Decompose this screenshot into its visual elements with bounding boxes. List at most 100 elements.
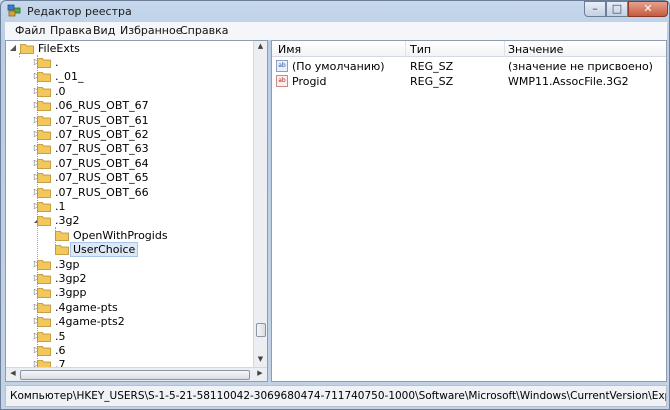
- folder-icon: [37, 130, 51, 140]
- string-value-icon: ab: [276, 60, 288, 72]
- menu-file[interactable]: Файл: [15, 24, 45, 37]
- tree-item[interactable]: ▷ .0: [6, 85, 256, 99]
- tree-item[interactable]: ▷ .1: [6, 200, 256, 214]
- minimize-button[interactable]: –: [584, 1, 606, 17]
- folder-icon: [37, 58, 51, 68]
- tree-item-label: .5: [55, 330, 66, 343]
- tree-item-subkey[interactable]: UserChoice: [6, 242, 256, 257]
- tree-item-label: .1: [55, 200, 66, 213]
- folder-icon: [37, 346, 51, 356]
- tree-item[interactable]: ▷ .3gp: [6, 258, 256, 272]
- tree-item[interactable]: ▷ .07_RUS_OBT_65: [6, 171, 256, 185]
- tree-item[interactable]: ▷ .4game-pts: [6, 301, 256, 315]
- values-list[interactable]: Имя Тип Значение ab (По умолчанию) REG_S…: [271, 40, 667, 382]
- tree-item-label: .6: [55, 344, 66, 357]
- value-name: (По умолчанию): [292, 60, 385, 73]
- tree-item[interactable]: ◢ .3g2: [6, 214, 256, 228]
- tree-item-label: .07_RUS_OBT_61: [55, 114, 149, 127]
- tree-item[interactable]: ▷ .6: [6, 344, 256, 358]
- column-header-name[interactable]: Имя: [278, 43, 301, 56]
- tree-item-label: .4game-pts2: [55, 315, 125, 328]
- tree-item-label: ._01_: [55, 70, 84, 83]
- window-title: Редактор реестра: [27, 5, 132, 18]
- status-path: Компьютер\HKEY_USERS\S-1-5-21-58110042-3…: [10, 390, 667, 402]
- folder-icon: [37, 116, 51, 126]
- tree-item-subkey[interactable]: OpenWithProgids: [6, 229, 256, 243]
- title-bar[interactable]: Редактор реестра – □ ✕: [1, 1, 669, 21]
- list-item[interactable]: ab (По умолчанию) REG_SZ (значение не пр…: [272, 59, 666, 75]
- folder-icon: [37, 202, 51, 212]
- scroll-down-arrow-icon[interactable]: ▼: [254, 355, 267, 367]
- regedit-window: Редактор реестра – □ ✕ Файл Правка Вид И…: [0, 0, 670, 410]
- tree-item[interactable]: ▷ .07_RUS_OBT_64: [6, 157, 256, 171]
- folder-icon: [37, 216, 51, 226]
- scroll-thumb[interactable]: [256, 323, 266, 337]
- folder-icon: [37, 332, 51, 342]
- value-type: REG_SZ: [410, 75, 454, 88]
- tree-item[interactable]: ▷ .07_RUS_OBT_63: [6, 142, 256, 156]
- tree-horizontal-scrollbar[interactable]: ◀ ▶: [6, 367, 267, 381]
- folder-icon: [55, 231, 69, 241]
- registry-tree[interactable]: ◢ FileExts ▷. ▷ ._01_ ▷ .0 ▷ .06_RUS_OBT_67 ▷ .0…: [5, 40, 268, 382]
- folder-icon: [37, 72, 51, 82]
- value-name: Progid: [292, 75, 327, 88]
- tree-item[interactable]: ▷ ._01_: [6, 70, 256, 84]
- scroll-right-arrow-icon[interactable]: ▶: [254, 369, 266, 377]
- menu-favorites[interactable]: Избранное: [120, 24, 182, 37]
- folder-icon: [37, 188, 51, 198]
- status-bar: Компьютер\HKEY_USERS\S-1-5-21-58110042-3…: [5, 385, 667, 407]
- collapse-arrow-icon[interactable]: ◢: [8, 43, 18, 53]
- tree-item-root[interactable]: ◢ FileExts: [6, 42, 256, 56]
- tree-item-label: .07_RUS_OBT_62: [55, 128, 149, 141]
- tree-vertical-scrollbar[interactable]: ▲ ▼: [253, 41, 267, 368]
- tree-item-label: .3gp: [55, 258, 80, 271]
- list-header: Имя Тип Значение: [272, 41, 666, 57]
- folder-icon: [37, 144, 51, 154]
- tree-item[interactable]: ▷ .07_RUS_OBT_66: [6, 186, 256, 200]
- tree-item-label: OpenWithProgids: [73, 229, 168, 242]
- folder-icon: [37, 260, 51, 270]
- tree-item[interactable]: ▷ .06_RUS_OBT_67: [6, 99, 256, 113]
- tree-item[interactable]: ▷ .07_RUS_OBT_61: [6, 114, 256, 128]
- column-divider[interactable]: [504, 41, 505, 57]
- tree-item-label: FileExts: [38, 42, 80, 55]
- scroll-thumb[interactable]: [20, 370, 250, 380]
- tree-item[interactable]: ▷ .07_RUS_OBT_62: [6, 128, 256, 142]
- folder-icon: [37, 173, 51, 183]
- value-type: REG_SZ: [410, 60, 454, 73]
- tree-item[interactable]: ▷ .3gpp: [6, 286, 256, 300]
- tree-item[interactable]: ▷ .4game-pts2: [6, 315, 256, 329]
- tree-item[interactable]: ▷ .5: [6, 330, 256, 344]
- tree-item[interactable]: ▷ .3gp2: [6, 272, 256, 286]
- menu-bar: Файл Правка Вид Избранное Справка: [5, 22, 667, 40]
- tree-item-label: .: [55, 56, 59, 69]
- tree-item-label: .07_RUS_OBT_63: [55, 142, 149, 155]
- folder-icon: [37, 274, 51, 284]
- close-button[interactable]: ✕: [628, 1, 668, 17]
- tree-item-label: .0: [55, 85, 66, 98]
- menu-help[interactable]: Справка: [180, 24, 228, 37]
- menu-view[interactable]: Вид: [93, 24, 115, 37]
- regedit-app-icon: [7, 4, 21, 17]
- string-value-icon: ab: [276, 75, 288, 87]
- column-header-value[interactable]: Значение: [508, 43, 563, 56]
- list-item[interactable]: ab Progid REG_SZ WMP11.AssocFile.3G2: [272, 74, 666, 90]
- maximize-button[interactable]: □: [606, 1, 628, 17]
- column-divider[interactable]: [405, 41, 406, 57]
- folder-icon: [37, 87, 51, 97]
- menu-edit[interactable]: Правка: [50, 24, 92, 37]
- tree-item-label: .06_RUS_OBT_67: [55, 99, 149, 112]
- tree-item-label: .3gpp: [55, 286, 87, 299]
- column-header-type[interactable]: Тип: [410, 43, 431, 56]
- value-data: (значение не присвоено): [508, 60, 653, 73]
- scroll-left-arrow-icon[interactable]: ◀: [7, 369, 19, 377]
- scroll-up-arrow-icon[interactable]: ▲: [254, 42, 267, 54]
- folder-icon: [55, 245, 69, 255]
- tree-item[interactable]: ▷.: [6, 56, 256, 70]
- folder-icon: [37, 317, 51, 327]
- tree-item-label: .4game-pts: [55, 301, 118, 314]
- tree-item-label: .3g2: [55, 214, 80, 227]
- folder-icon: [37, 288, 51, 298]
- folder-icon: [20, 44, 34, 54]
- folder-icon: [37, 159, 51, 169]
